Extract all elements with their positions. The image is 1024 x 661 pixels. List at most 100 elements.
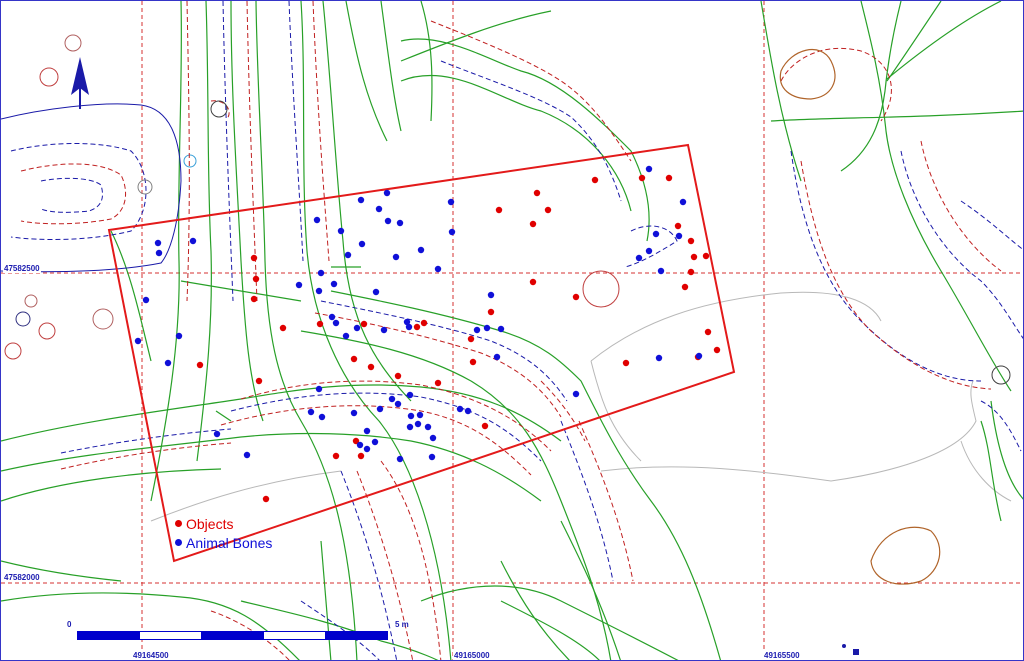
animal-bone-find-marker-45[interactable] [388, 395, 396, 403]
animal-bone-find-marker-60[interactable] [456, 405, 464, 413]
animal-bone-find-marker-21[interactable] [384, 217, 392, 225]
animal-bone-find-marker-47[interactable] [406, 391, 414, 399]
animal-bone-find-marker-36[interactable] [405, 323, 413, 331]
animal-bone-find-marker-18[interactable] [357, 196, 365, 204]
animal-bone-find-marker-28[interactable] [487, 291, 495, 299]
animal-bone-find-marker-17[interactable] [358, 240, 366, 248]
object-find-marker-4[interactable] [665, 174, 673, 182]
object-find-marker-41[interactable] [262, 495, 270, 503]
animal-bone-find-marker-56[interactable] [363, 427, 371, 435]
object-find-marker-14[interactable] [529, 278, 537, 286]
animal-bone-find-marker-15[interactable] [344, 251, 352, 259]
object-find-marker-16[interactable] [487, 308, 495, 316]
animal-bone-find-marker-27[interactable] [448, 228, 456, 236]
animal-bone-find-marker-9[interactable] [243, 451, 251, 459]
animal-bone-find-marker-32[interactable] [372, 288, 380, 296]
animal-bone-find-marker-70[interactable] [675, 232, 683, 240]
animal-bone-find-marker-55[interactable] [406, 423, 414, 431]
animal-bone-find-marker-7[interactable] [175, 332, 183, 340]
animal-bone-find-marker-20[interactable] [375, 205, 383, 213]
animal-bone-find-marker-49[interactable] [416, 411, 424, 419]
animal-bone-find-marker-6[interactable] [164, 359, 172, 367]
object-find-marker-21[interactable] [469, 358, 477, 366]
animal-bone-find-marker-39[interactable] [342, 332, 350, 340]
object-find-marker-30[interactable] [316, 320, 324, 328]
animal-bone-find-marker-57[interactable] [371, 438, 379, 446]
object-find-marker-5[interactable] [495, 206, 503, 214]
object-find-marker-25[interactable] [360, 320, 368, 328]
object-find-marker-20[interactable] [622, 359, 630, 367]
animal-bone-find-marker-14[interactable] [337, 227, 345, 235]
object-find-marker-18[interactable] [713, 346, 721, 354]
animal-bone-find-marker-59[interactable] [356, 441, 364, 449]
animal-bone-find-marker-44[interactable] [376, 405, 384, 413]
object-find-marker-1[interactable] [533, 189, 541, 197]
animal-bone-find-marker-58[interactable] [363, 445, 371, 453]
object-find-marker-2[interactable] [591, 176, 599, 184]
animal-bone-find-marker-30[interactable] [483, 324, 491, 332]
object-find-marker-34[interactable] [367, 363, 375, 371]
animal-bone-find-marker-48[interactable] [407, 412, 415, 420]
animal-bone-find-marker-13[interactable] [330, 280, 338, 288]
object-find-marker-23[interactable] [420, 319, 428, 327]
animal-bone-find-marker-42[interactable] [318, 413, 326, 421]
animal-bone-find-marker-52[interactable] [396, 455, 404, 463]
animal-bone-find-marker-68[interactable] [652, 230, 660, 238]
animal-bone-find-marker-38[interactable] [332, 319, 340, 327]
animal-bone-find-marker-67[interactable] [645, 247, 653, 255]
animal-bone-find-marker-1[interactable] [154, 239, 162, 247]
animal-bone-find-marker-25[interactable] [434, 265, 442, 273]
animal-bone-find-marker-23[interactable] [392, 253, 400, 261]
object-find-marker-27[interactable] [252, 275, 260, 283]
animal-bone-find-marker-53[interactable] [428, 453, 436, 461]
animal-bone-find-marker-69[interactable] [657, 267, 665, 275]
object-find-marker-10[interactable] [690, 253, 698, 261]
animal-bone-find-marker-22[interactable] [396, 219, 404, 227]
object-find-marker-7[interactable] [544, 206, 552, 214]
map-canvas[interactable]: 47582500 47582000 49164500 49165000 4916… [0, 0, 1024, 661]
animal-bone-find-marker-43[interactable] [350, 409, 358, 417]
object-find-marker-28[interactable] [250, 295, 258, 303]
object-find-marker-15[interactable] [572, 293, 580, 301]
animal-bone-find-marker-26[interactable] [447, 198, 455, 206]
animal-bone-find-marker-71[interactable] [679, 198, 687, 206]
animal-bone-find-marker-16[interactable] [313, 216, 321, 224]
animal-bone-find-marker-41[interactable] [307, 408, 315, 416]
animal-bone-find-marker-11[interactable] [315, 287, 323, 295]
object-find-marker-35[interactable] [434, 379, 442, 387]
animal-bone-find-marker-4[interactable] [142, 296, 150, 304]
object-find-marker-11[interactable] [702, 252, 710, 260]
animal-bone-find-marker-62[interactable] [493, 353, 501, 361]
object-find-marker-22[interactable] [467, 335, 475, 343]
animal-bone-find-marker-12[interactable] [317, 269, 325, 277]
object-find-marker-9[interactable] [687, 237, 695, 245]
animal-bone-find-marker-37[interactable] [328, 313, 336, 321]
animal-bone-find-marker-66[interactable] [635, 254, 643, 262]
object-find-marker-36[interactable] [394, 372, 402, 380]
animal-bone-find-marker-64[interactable] [655, 354, 663, 362]
animal-bone-find-marker-10[interactable] [295, 281, 303, 289]
animal-bone-find-marker-34[interactable] [380, 326, 388, 334]
object-find-marker-12[interactable] [687, 268, 695, 276]
animal-bone-find-marker-40[interactable] [315, 385, 323, 393]
animal-bone-find-marker-46[interactable] [394, 400, 402, 408]
animal-bone-find-marker-72[interactable] [645, 165, 653, 173]
object-find-marker-38[interactable] [332, 452, 340, 460]
animal-bone-find-marker-3[interactable] [189, 237, 197, 245]
animal-bone-find-marker-29[interactable] [497, 325, 505, 333]
animal-bone-find-marker-50[interactable] [424, 423, 432, 431]
object-find-marker-6[interactable] [529, 220, 537, 228]
animal-bone-find-marker-19[interactable] [383, 189, 391, 197]
object-find-marker-17[interactable] [704, 328, 712, 336]
animal-bone-find-marker-33[interactable] [353, 324, 361, 332]
object-find-marker-26[interactable] [250, 254, 258, 262]
object-find-marker-24[interactable] [413, 323, 421, 331]
animal-bone-find-marker-5[interactable] [134, 337, 142, 345]
animal-bone-find-marker-51[interactable] [429, 434, 437, 442]
object-find-marker-29[interactable] [279, 324, 287, 332]
animal-bone-find-marker-2[interactable] [155, 249, 163, 257]
object-find-marker-13[interactable] [681, 283, 689, 291]
object-find-marker-8[interactable] [674, 222, 682, 230]
object-find-marker-32[interactable] [255, 377, 263, 385]
object-find-marker-37[interactable] [481, 422, 489, 430]
